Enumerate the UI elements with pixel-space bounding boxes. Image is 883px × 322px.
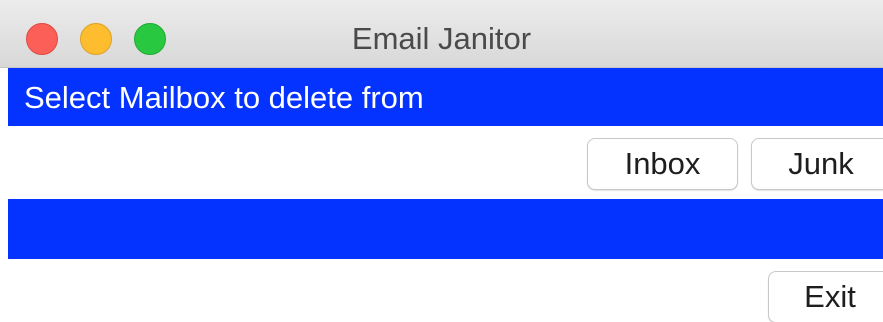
section-divider-banner [8,199,883,259]
inbox-button[interactable]: Inbox [587,138,738,190]
window-title: Email Janitor [351,21,532,56]
exit-button[interactable]: Exit [768,271,883,322]
mailbox-section-heading: Select Mailbox to delete from [24,80,424,115]
title-bar[interactable]: Email Janitor [0,0,883,68]
junk-button[interactable]: Junk [751,138,883,190]
app-window: Email Janitor Select Mailbox to delete f… [0,0,883,322]
mailbox-section-banner: Select Mailbox to delete from [8,68,883,126]
